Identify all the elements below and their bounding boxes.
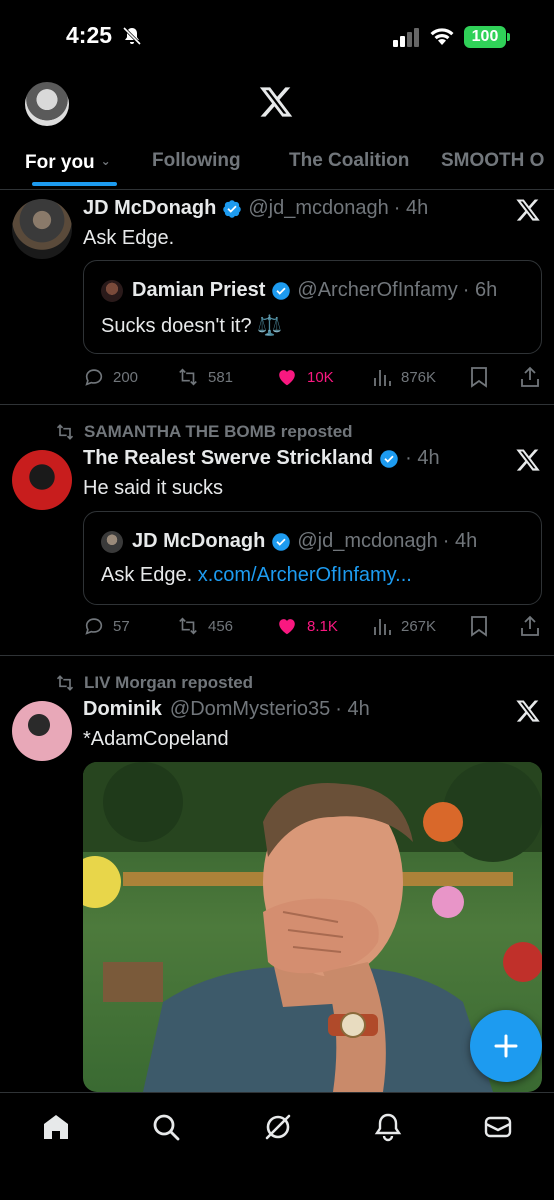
quote-avatar — [101, 530, 123, 553]
x-logo-icon — [516, 449, 540, 471]
author-handle[interactable]: @DomMysterio35 — [170, 698, 330, 721]
author-name[interactable]: Dominik — [83, 698, 162, 721]
tweet-time: · 4h — [405, 447, 440, 469]
verified-badge-icon — [223, 199, 242, 218]
quote-author-name: JD McDonagh — [132, 530, 266, 552]
verified-badge-icon — [380, 449, 398, 468]
reply-button[interactable]: 200 — [83, 366, 138, 388]
compose-post-button[interactable] — [470, 1010, 542, 1082]
repost-icon — [179, 368, 197, 386]
tweet-text: He said it sucks — [83, 477, 224, 499]
repost-icon — [56, 675, 74, 691]
verified-badge-icon — [272, 532, 291, 551]
plus-icon — [494, 1034, 518, 1058]
profile-avatar[interactable] — [25, 82, 69, 126]
bell-muted-icon — [122, 26, 142, 46]
top-header: For you ⌄ Following The Coalition SMOOTH … — [0, 72, 554, 190]
search-icon[interactable] — [150, 1111, 182, 1143]
wifi-icon — [430, 28, 454, 45]
tweet-text: *AdamCopeland — [83, 728, 229, 750]
battery-indicator: 100 — [464, 26, 510, 48]
cellular-signal-icon — [393, 28, 419, 47]
views-button[interactable]: 267K — [373, 615, 436, 637]
quote-link[interactable]: x.com/ArcherOfInfamy... — [198, 564, 412, 586]
tweet-actions: 200 581 10K 876K — [83, 366, 543, 390]
heart-filled-icon — [279, 619, 295, 635]
quote-header: JD McDonagh @jd_mcdonagh · 4h — [101, 530, 477, 553]
active-tab-indicator — [32, 182, 117, 186]
author-avatar[interactable] — [12, 701, 72, 761]
status-time: 4:25 — [66, 22, 113, 48]
messages-icon[interactable] — [482, 1111, 514, 1143]
tweet-text: Ask Edge. — [83, 227, 175, 249]
repost-context: SAMANTHA THE BOMB reposted — [54, 422, 353, 442]
quoted-tweet[interactable]: Damian Priest @ArcherOfInfamy · 6h Sucks… — [83, 260, 542, 354]
quote-text: Ask Edge. x.com/ArcherOfInfamy... — [101, 564, 412, 586]
x-logo-icon — [516, 199, 540, 221]
share-icon[interactable] — [519, 366, 541, 388]
repost-icon — [56, 424, 74, 440]
x-logo-icon[interactable] — [258, 84, 294, 120]
verified-badge-icon — [272, 281, 291, 300]
status-bar: 4:25 100 — [0, 0, 554, 72]
repost-icon — [179, 617, 197, 635]
notifications-icon[interactable] — [372, 1111, 404, 1143]
bookmark-icon[interactable] — [469, 615, 489, 637]
quote-time: · 6h — [462, 279, 498, 301]
quoted-tweet[interactable]: JD McDonagh @jd_mcdonagh · 4h Ask Edge. … — [83, 511, 542, 605]
tweet-actions: 57 456 8.1K 267K — [83, 615, 543, 639]
author-name[interactable]: The Realest Swerve Strickland — [83, 447, 373, 470]
reply-icon — [85, 369, 103, 386]
views-button[interactable]: 876K — [373, 366, 436, 388]
tab-the-coalition[interactable]: The Coalition — [289, 148, 409, 190]
tweet-time: · 4h — [393, 197, 429, 219]
x-logo-icon — [516, 700, 540, 722]
bottom-navigation — [0, 1092, 554, 1200]
like-button[interactable]: 10K — [275, 366, 334, 388]
author-name[interactable]: JD McDonagh — [83, 197, 216, 220]
tweet[interactable]: JD McDonagh @jd_mcdonagh · 4h Ask Edge. … — [0, 191, 554, 405]
views-chart-icon — [374, 619, 391, 635]
home-icon[interactable] — [40, 1111, 72, 1143]
author-avatar[interactable] — [12, 450, 72, 510]
quote-avatar — [101, 279, 123, 302]
quote-author-handle: @ArcherOfInfamy — [297, 279, 458, 301]
tweet-header: The Realest Swerve Strickland · 4h — [83, 447, 494, 470]
tab-following[interactable]: Following — [152, 148, 241, 190]
reply-icon — [85, 618, 103, 635]
author-avatar[interactable] — [12, 199, 72, 259]
author-handle[interactable]: @jd_mcdonagh — [248, 197, 388, 220]
repost-button[interactable]: 581 — [176, 366, 233, 388]
tab-smooth[interactable]: SMOOTH O — [441, 148, 544, 190]
repost-context: LIV Morgan reposted — [54, 673, 253, 693]
repost-button[interactable]: 456 — [176, 615, 233, 637]
bookmark-icon[interactable] — [469, 366, 489, 388]
quote-text: Sucks doesn't it? ⚖️ — [101, 315, 283, 337]
tweet-header: Dominik @DomMysterio35 · 4h — [83, 698, 494, 721]
chevron-down-icon: ⌄ — [100, 154, 111, 168]
tweet-time: · 4h — [335, 698, 370, 720]
quote-header: Damian Priest @ArcherOfInfamy · 6h — [101, 279, 497, 302]
like-button[interactable]: 8.1K — [275, 615, 338, 637]
share-icon[interactable] — [519, 615, 541, 637]
views-chart-icon — [374, 370, 391, 386]
quote-author-handle: @jd_mcdonagh — [297, 530, 438, 552]
tweet-header: JD McDonagh @jd_mcdonagh · 4h — [83, 197, 494, 220]
tweet[interactable]: SAMANTHA THE BOMB reposted The Realest S… — [0, 405, 554, 656]
reply-button[interactable]: 57 — [83, 615, 130, 637]
quote-time: · 4h — [442, 530, 478, 552]
quote-author-name: Damian Priest — [132, 279, 266, 301]
heart-filled-icon — [279, 370, 295, 386]
grok-icon[interactable] — [262, 1111, 294, 1143]
